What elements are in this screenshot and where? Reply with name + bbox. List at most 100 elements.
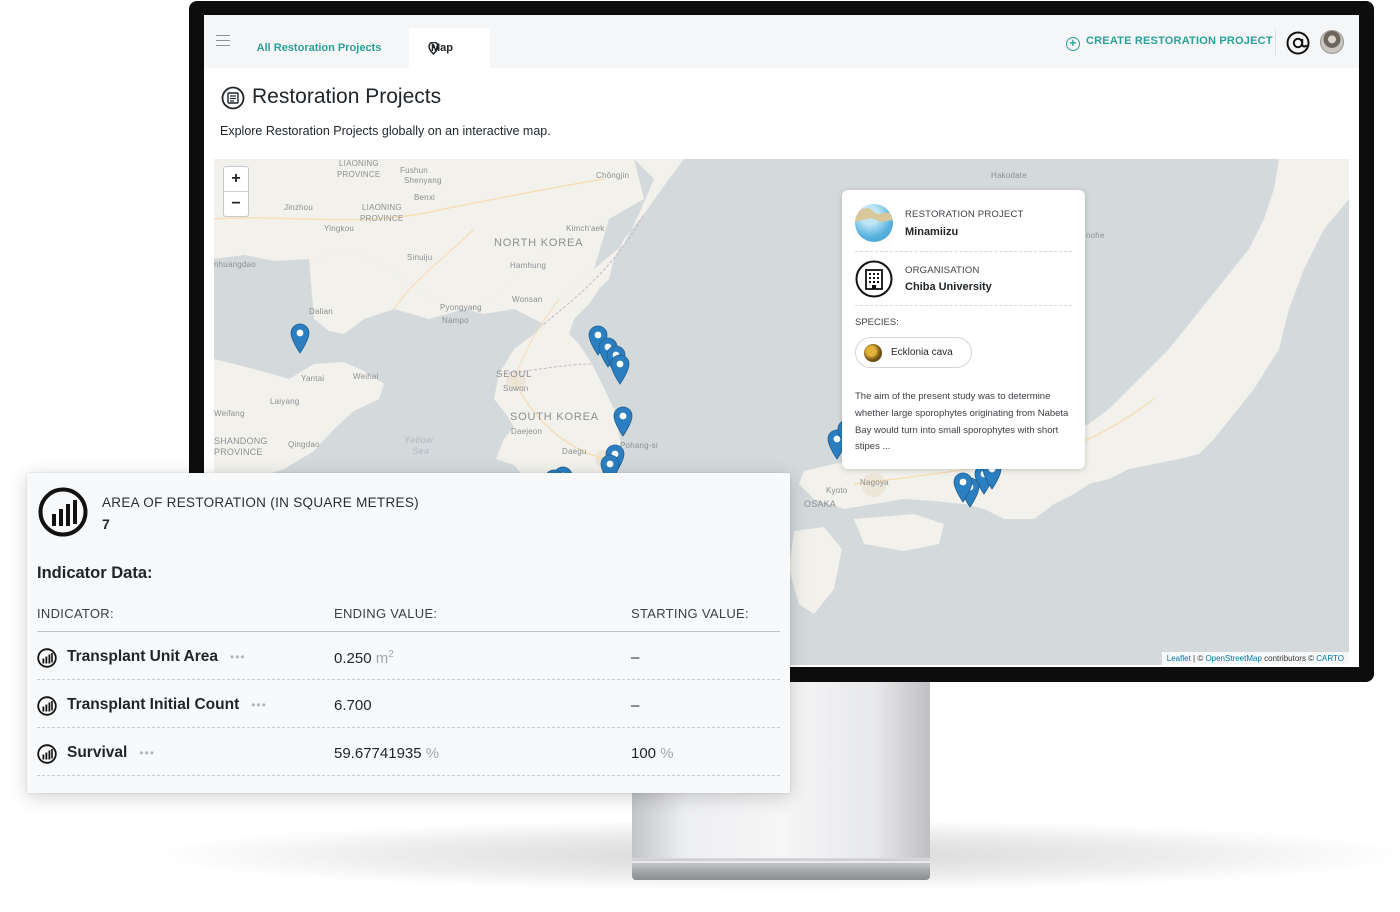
popup-description: The aim of the present study was to dete… [855, 391, 1069, 453]
map-label: nhuangdao [214, 260, 256, 269]
stage: All Restoration Projects Map + CREATE RES… [0, 0, 1400, 912]
map-label: Weihai [353, 372, 379, 381]
user-avatar[interactable] [1320, 30, 1344, 54]
map-label: Daegu [562, 447, 587, 456]
map-label: Jinzhou [284, 203, 313, 212]
indicator-name-text: Transplant Unit Area [67, 648, 219, 665]
building-icon [855, 260, 893, 298]
page-subtitle: Explore Restoration Projects globally on… [220, 124, 551, 138]
bar-chart-circle-icon [38, 487, 88, 537]
starting-value-number: 100 [631, 745, 657, 762]
map-label: Wonsan [512, 295, 543, 304]
tab-all-restoration-projects[interactable]: All Restoration Projects [244, 28, 394, 68]
map-label: SEOUL [496, 369, 533, 380]
project-popup[interactable]: RESTORATION PROJECT Minamiizu ORGANISATI… [842, 190, 1085, 469]
project-thumbnail [855, 204, 893, 242]
map-marker-pin-icon[interactable] [953, 472, 973, 503]
ending-value-number: 59.67741935 [334, 745, 422, 762]
create-button-label: CREATE RESTORATION PROJECT [1086, 35, 1273, 47]
starting-value-unit: % [656, 745, 674, 762]
map-zoom-control: + − [223, 166, 249, 217]
projects-list-icon [221, 86, 245, 110]
popup-project-row: RESTORATION PROJECT Minamiizu [855, 200, 1072, 252]
map-label-sea: Sea [412, 446, 430, 456]
starting-value: – [631, 649, 639, 666]
species-thumbnail [864, 344, 882, 362]
hamburger-menu-icon[interactable] [216, 35, 230, 47]
map-label: Chŏngjin [596, 171, 630, 180]
map-label: Qingdao [288, 440, 320, 449]
ending-value-number: 6.700 [334, 697, 372, 714]
indicator-name-text: Survival [67, 744, 128, 761]
map-marker-pin-icon[interactable] [290, 323, 310, 354]
coast-icon [855, 208, 893, 222]
column-header-ending: ENDING VALUE: [334, 606, 438, 621]
map-label-sea: Yellow [404, 435, 434, 445]
attribution-sep: | © [1190, 654, 1206, 663]
monitor-stand-base [632, 858, 930, 880]
map-label: Fushun [400, 166, 428, 175]
indicator-name: Transplant Unit Area ••• [67, 648, 246, 666]
map-label: Kimch'aek [566, 224, 605, 233]
map-marker-pin-icon[interactable] [613, 406, 633, 437]
more-options-icon[interactable]: ••• [251, 698, 267, 712]
table-row: Survival ••• 59.67741935 % 100 % [37, 728, 780, 776]
table-row: Transplant Unit Area ••• 0.250 m2 – [37, 632, 780, 680]
map-label: nohe [1086, 231, 1105, 240]
map-label: OSAKA [804, 499, 837, 509]
map-label: Nagoya [860, 478, 889, 487]
zoom-out-button[interactable]: − [224, 191, 248, 215]
map-label: Yantai [301, 374, 325, 383]
indicator-chart-icon [37, 744, 57, 769]
popup-species-caption: SPECIES: [855, 317, 899, 328]
indicator-card: AREA OF RESTORATION (IN SQUARE METRES) 7… [27, 473, 790, 793]
map-label: LIAONING [362, 203, 402, 212]
zoom-in-button[interactable]: + [224, 167, 248, 191]
at-sign-icon[interactable] [1286, 31, 1310, 55]
map-label: Hamhung [510, 261, 547, 270]
species-chip[interactable]: Ecklonia cava [855, 337, 972, 368]
popup-organisation-name[interactable]: Chiba University [905, 281, 992, 293]
map-label: Daejeon [511, 427, 543, 436]
map-label-country: SOUTH KOREA [510, 411, 599, 423]
map-label-country: NORTH KOREA [494, 237, 584, 249]
map-label: Kyoto [826, 486, 848, 495]
indicator-name-text: Transplant Initial Count [67, 696, 240, 713]
map-label: Yingkou [324, 224, 355, 233]
ending-value-number: 0.250 [334, 650, 372, 667]
map-label: Suwon [503, 384, 529, 393]
openstreetmap-link[interactable]: OpenStreetMap [1205, 654, 1261, 663]
map-marker-pin-icon[interactable] [610, 354, 630, 385]
map-label: Pohang-si [620, 441, 658, 450]
map-label: Weifang [214, 409, 245, 418]
tab-map[interactable]: Map [409, 28, 490, 68]
popup-project-name[interactable]: Minamiizu [905, 226, 958, 238]
page-title: Restoration Projects [252, 85, 442, 108]
create-restoration-project-button[interactable]: + CREATE RESTORATION PROJECT [1066, 35, 1273, 51]
indicator-chart-icon [37, 696, 57, 721]
leaflet-link[interactable]: Leaflet [1167, 654, 1191, 663]
carto-link[interactable]: CARTO [1316, 654, 1344, 663]
attribution-mid: contributors © [1261, 654, 1317, 663]
more-options-icon[interactable]: ••• [139, 746, 155, 760]
table-row: Transplant Initial Count ••• 6.700 – [37, 680, 780, 728]
starting-value: 100 % [631, 745, 674, 762]
map-label: SHANDONG [214, 436, 268, 446]
popup-organisation-row: ORGANISATION Chiba University [855, 252, 1072, 306]
indicator-chart-icon [37, 648, 57, 673]
map-attribution: Leaflet | © OpenStreetMap contributors ©… [1161, 652, 1349, 665]
starting-value-number: – [631, 649, 640, 666]
map-pin-icon [428, 42, 439, 55]
ending-value-unit: % [421, 745, 440, 762]
indicator-name: Survival ••• [67, 744, 155, 762]
popup-project-caption: RESTORATION PROJECT [905, 209, 1024, 220]
map-label: Sinuiju [407, 253, 433, 262]
map-label: LIAONING [339, 159, 379, 168]
more-options-icon[interactable]: ••• [230, 650, 246, 664]
ending-value-unit: m [371, 650, 389, 667]
map-label: Benxi [414, 193, 436, 202]
map-label: Pyongyang [440, 303, 482, 312]
metric-caption: AREA OF RESTORATION (IN SQUARE METRES) [102, 495, 419, 510]
indicator-heading: Indicator Data: [37, 564, 153, 582]
indicator-name: Transplant Initial Count ••• [67, 696, 267, 714]
